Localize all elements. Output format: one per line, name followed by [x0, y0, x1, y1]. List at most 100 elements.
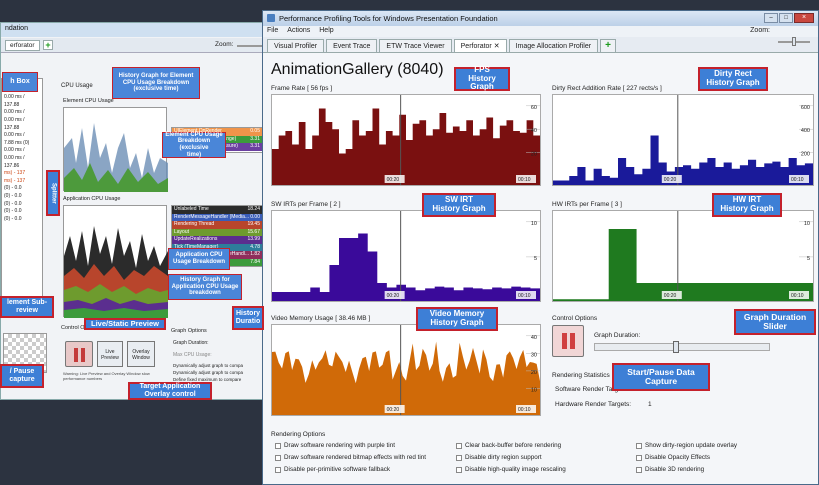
tree-list-item[interactable]: (0) - 0.0 [4, 201, 42, 209]
overlay-window-button[interactable]: Overlay Window [127, 341, 155, 367]
tree-list-item[interactable]: 7.88 ms (0) [4, 140, 42, 148]
video_memory-x-tick: 00:20 [387, 407, 400, 413]
breakdown-row[interactable]: Layout 15.67 [172, 228, 262, 236]
back-zoom-slider[interactable] [237, 45, 263, 47]
menu-file[interactable]: File [267, 27, 278, 36]
breakdown-row[interactable]: RenderMessageHandler (Media... 0.00 [172, 213, 262, 221]
video_memory-svg: 40 30 20 10 00:20 00:10 [272, 325, 540, 415]
tree-list-item[interactable]: (0) - 0.0 [4, 193, 42, 201]
breakdown-value: 15.67 [247, 228, 260, 235]
graph-duration-thumb[interactable] [673, 341, 679, 353]
radio-dynamic-1[interactable]: Dynamically adjust graph to compa [173, 363, 243, 368]
tree-list-item[interactable]: (0) - 0.0 [4, 208, 42, 216]
callout-graph-duration-slider: Graph Duration Slider [734, 309, 816, 335]
frame-rate-graph: 60 40 20 00:20 00:10 [271, 94, 541, 186]
checkbox-dirty-region-overlay[interactable]: Show dirty-region update overlay [636, 442, 737, 449]
tree-list-item[interactable]: 137.86 [4, 163, 42, 171]
hw-irt-graph: 10 5 00:20 00:10 [552, 210, 814, 302]
element-cpu-history-graph [63, 107, 168, 192]
checkbox-3d-rendering[interactable]: Disable 3D rendering [636, 466, 704, 473]
hw_irt-x-tick: 00:10 [791, 293, 804, 299]
hardware-targets-value: 1 [648, 401, 652, 408]
tree-list-item[interactable]: (0) - 0.0 [4, 216, 42, 224]
live-preview-button[interactable]: Live Preview [97, 341, 123, 367]
video_memory-y-tick: 20 [531, 370, 537, 376]
app-icon [267, 14, 275, 22]
callout-dirty-rect: Dirty Rect History Graph [698, 67, 768, 91]
zoom-slider-thumb[interactable] [792, 37, 796, 46]
video_memory-y-tick: 10 [531, 387, 537, 393]
tree-list-item[interactable]: 137.88 [4, 125, 42, 133]
sw_irt-y-tick: 5 [534, 256, 537, 262]
dirty-rect-graph: 600 400 200 00:20 00:10 [552, 94, 814, 186]
breakdown-row[interactable]: Rendering Thread 19.45 [172, 221, 262, 229]
tab-event-trace[interactable]: Event Trace [326, 39, 378, 52]
rendering-statistics-title: Rendering Statistics [552, 372, 610, 379]
video-memory-title: Video Memory Usage [ 38.46 MB ] [271, 315, 371, 322]
close-icon[interactable]: × [794, 13, 814, 23]
back-graph-duration-label: Graph Duration: [173, 340, 209, 346]
tree-list-item[interactable]: ms) - 137 [4, 170, 42, 178]
callout-video-memory: Video Memory History Graph [416, 307, 498, 331]
breakdown-row[interactable]: Unlabeled Time 18.24 [172, 206, 262, 214]
dirty_rect-x-tick: 00:10 [791, 177, 804, 183]
maximize-icon[interactable]: □ [779, 13, 793, 23]
app-title: AnimationGallery (8040) [271, 61, 444, 78]
tree-list-item[interactable]: 0.00 ms / [4, 117, 42, 125]
breakdown-value: 3.31 [250, 135, 260, 142]
breakdown-label: Unlabeled Time [174, 206, 209, 212]
tab-etw-trace-viewer[interactable]: ETW Trace Viewer [379, 39, 452, 52]
tab-perforator-back[interactable]: erforator [5, 40, 40, 51]
element-cpu-label: Element CPU Usage [63, 98, 114, 104]
tree-list-item[interactable]: 0.00 ms / [4, 155, 42, 163]
graph-options-label: Graph Options [171, 328, 207, 334]
back-zoom-label: Zoom: [215, 41, 234, 48]
tab-visual-profiler[interactable]: Visual Profiler [267, 39, 325, 52]
tree-list-item[interactable]: 0.00 ms / [4, 94, 42, 102]
checkbox-clear-back-buffer[interactable]: Clear back-buffer before rendering [456, 442, 561, 449]
checkbox-per-primitive-fallback[interactable]: Disable per-primitive software fallback [275, 466, 390, 473]
checkbox-image-rescaling[interactable]: Disable high-quality image rescaling [456, 466, 566, 473]
tree-list-item[interactable]: 137.88 [4, 102, 42, 110]
tree-list-item[interactable]: (0) - 0.0 [4, 185, 42, 193]
breakdown-row[interactable]: UpdateRealizations 13.99 [172, 236, 262, 244]
window-title: Performance Profiling Tools for Windows … [279, 14, 498, 23]
checkbox-opacity-effects[interactable]: Disable Opacity Effects [636, 454, 710, 461]
tree-list-item[interactable]: 0.00 ms / [4, 109, 42, 117]
radio-dynamic-2[interactable]: Dynamically adjust graph to compa [173, 370, 243, 375]
graph-duration-label: Graph Duration: [594, 332, 641, 339]
add-tab-icon[interactable]: + [43, 40, 53, 50]
menu-actions[interactable]: Actions [287, 27, 310, 36]
callout-splitter: Splitter [46, 170, 60, 216]
back-pause-capture-button[interactable] [65, 341, 93, 367]
tab-perforator-label: Perforator [460, 43, 492, 50]
tree-list-item[interactable]: 0.00 ms / [4, 147, 42, 155]
breakdown-value: 19.45 [247, 221, 260, 227]
tab-perforator[interactable]: Perforator ✕ [453, 39, 507, 52]
checkbox-red-tint[interactable]: Draw software rendered bitmap effects wi… [275, 454, 426, 461]
checkbox-purple-tint[interactable]: Draw software rendering with purple tint [275, 442, 395, 449]
start-pause-capture-button[interactable] [552, 325, 584, 357]
tree-list-item[interactable]: 0.00 ms / [4, 132, 42, 140]
back-window-title: ndation [1, 23, 265, 37]
tab-image-allocation-profiler[interactable]: Image Allocation Profiler [508, 39, 599, 52]
tree-list-item[interactable]: ms) - 137 [4, 178, 42, 186]
callout-history-element: History Graph for Element CPU Usage Brea… [112, 67, 200, 99]
frame_rate-x-tick: 00:10 [518, 177, 531, 183]
breakdown-label: Rendering Thread [174, 221, 215, 227]
callout-history-duration: History Duratio [232, 306, 264, 330]
graph-duration-slider[interactable] [594, 341, 770, 353]
callout-sw-irt: SW IRT History Graph [422, 193, 496, 217]
minimize-icon[interactable]: – [764, 13, 778, 23]
element-tree-list[interactable]: 0.00 ms137.88 ms0.00 ms /137.880.00 ms /… [1, 78, 43, 298]
callout-history-app: History Graph for Application CPU Usage … [168, 274, 242, 300]
video_memory-y-tick: 40 [531, 335, 537, 341]
tab-close-icon[interactable]: ✕ [494, 43, 500, 50]
hw_irt-y-tick: 10 [804, 221, 810, 227]
control-options-title: Control Options [552, 315, 598, 322]
dirty-rect-title: Dirty Rect Addition Rate [ 227 rects/s ] [552, 85, 662, 92]
checkbox-dirty-region-support[interactable]: Disable dirty region support [456, 454, 542, 461]
callout-fps: FPS History Graph [454, 65, 510, 91]
menu-help[interactable]: Help [319, 27, 333, 36]
add-tab-icon[interactable]: + [600, 39, 616, 52]
